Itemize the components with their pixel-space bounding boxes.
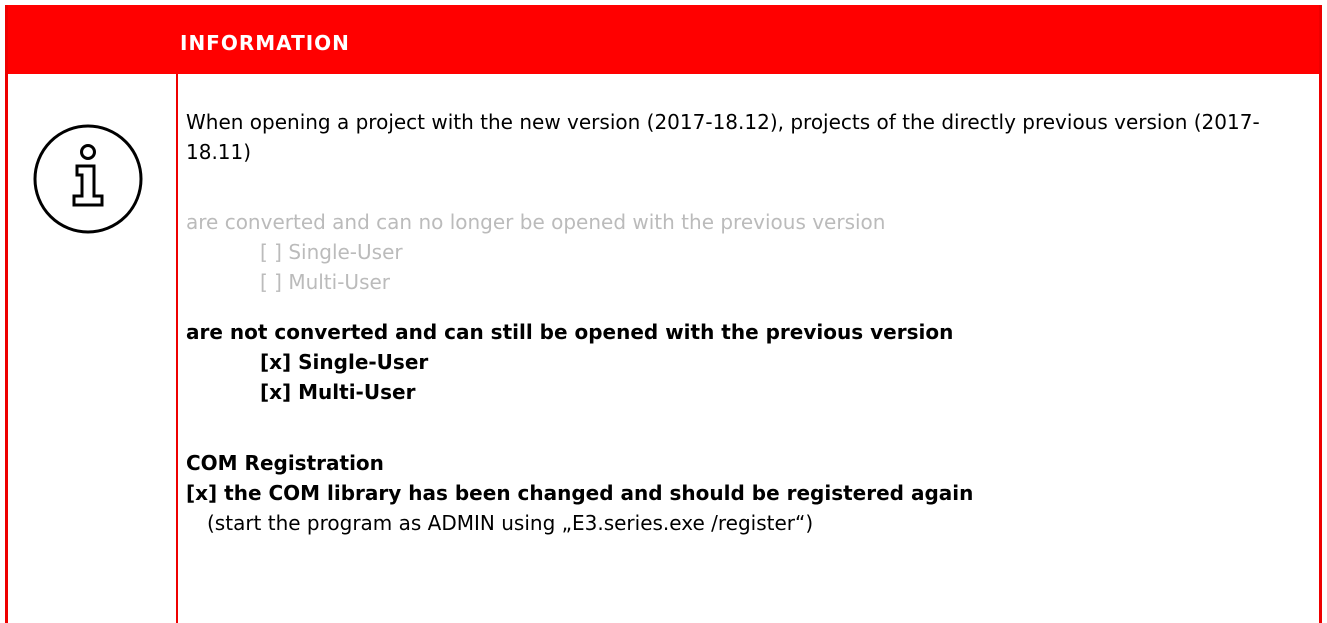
icon-column xyxy=(8,74,178,623)
not-converted-single-user: [x] Single-User xyxy=(260,350,429,374)
com-item: [x] the COM library has been changed and… xyxy=(186,481,974,505)
notice-title: INFORMATION xyxy=(180,31,350,55)
com-registration: COM Registration [x] the COM library has… xyxy=(186,448,1306,538)
converted-option-text: are converted and can no longer be opene… xyxy=(186,210,886,234)
information-notice: INFORMATION When opening a project with … xyxy=(5,5,1322,623)
info-icon xyxy=(33,124,143,234)
not-converted-option-text: are not converted and can still be opene… xyxy=(186,320,954,344)
converted-single-user: [ ] Single-User xyxy=(260,240,403,264)
com-title: COM Registration xyxy=(186,451,384,475)
intro-text: When opening a project with the new vers… xyxy=(186,110,1260,164)
converted-multi-user: [ ] Multi-User xyxy=(260,270,391,294)
notice-header: INFORMATION xyxy=(8,5,1319,74)
converted-option: are converted and can no longer be opene… xyxy=(186,207,1306,297)
not-converted-multi-user: [x] Multi-User xyxy=(260,380,416,404)
com-note: (start the program as ADMIN using „E3.se… xyxy=(207,511,814,535)
not-converted-option: are not converted and can still be opene… xyxy=(186,317,1306,407)
